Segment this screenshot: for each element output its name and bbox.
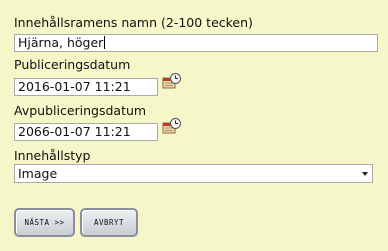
content-type-label: Innehållstyp bbox=[14, 148, 91, 163]
publish-date-input[interactable]: 2016-01-07 11:21 bbox=[14, 78, 158, 96]
unpublish-calendar-icon[interactable] bbox=[162, 118, 182, 136]
content-type-selected-value: Image bbox=[18, 166, 58, 181]
text-caret bbox=[104, 36, 106, 49]
name-input-value: Hjärna, höger bbox=[18, 35, 104, 50]
unpublish-date-label: Avpubliceringsdatum bbox=[14, 103, 147, 118]
chevron-down-icon bbox=[362, 172, 368, 176]
name-label: Innehållsramens namn (2-100 tecken) bbox=[14, 15, 253, 30]
unpublish-date-input[interactable]: 2066-01-07 11:21 bbox=[14, 123, 158, 141]
next-button[interactable]: NÄSTA >> bbox=[14, 208, 75, 237]
content-type-select[interactable]: Image bbox=[14, 164, 373, 183]
publish-calendar-icon[interactable] bbox=[162, 73, 182, 91]
cancel-button[interactable]: AVBRYT bbox=[80, 208, 138, 237]
publish-date-label: Publiceringsdatum bbox=[14, 57, 131, 72]
name-input[interactable]: Hjärna, höger bbox=[14, 34, 378, 52]
